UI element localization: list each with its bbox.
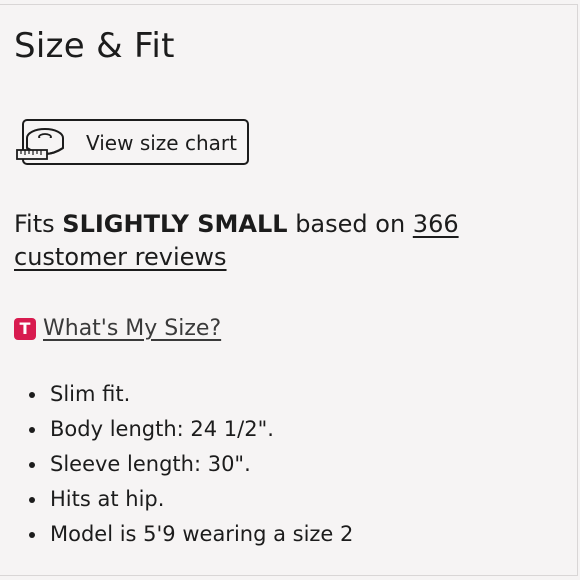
list-item: Model is 5'9 wearing a size 2 xyxy=(28,518,353,553)
fit-summary: Fits SLIGHTLY SMALL based on 366 custome… xyxy=(14,208,570,274)
view-size-chart-label: View size chart xyxy=(86,131,237,155)
list-item: Hits at hip. xyxy=(28,483,353,518)
list-item: Sleeve length: 30". xyxy=(28,448,353,483)
measuring-tape-icon xyxy=(16,128,64,160)
fit-prefix: Fits xyxy=(14,210,63,238)
section-title: Size & Fit xyxy=(14,26,175,66)
fit-middle: based on xyxy=(287,210,413,238)
view-size-chart-button[interactable]: View size chart xyxy=(16,119,249,165)
product-details-list: Slim fit. Body length: 24 1/2". Sleeve l… xyxy=(28,378,353,553)
list-item: Body length: 24 1/2". xyxy=(28,413,353,448)
whats-my-size-link[interactable]: What's My Size? xyxy=(43,316,221,341)
fit-rating: SLIGHTLY SMALL xyxy=(62,210,288,238)
list-item: Slim fit. xyxy=(28,378,353,413)
whats-my-size[interactable]: T What's My Size? xyxy=(14,316,221,341)
brand-t-icon: T xyxy=(14,317,36,340)
